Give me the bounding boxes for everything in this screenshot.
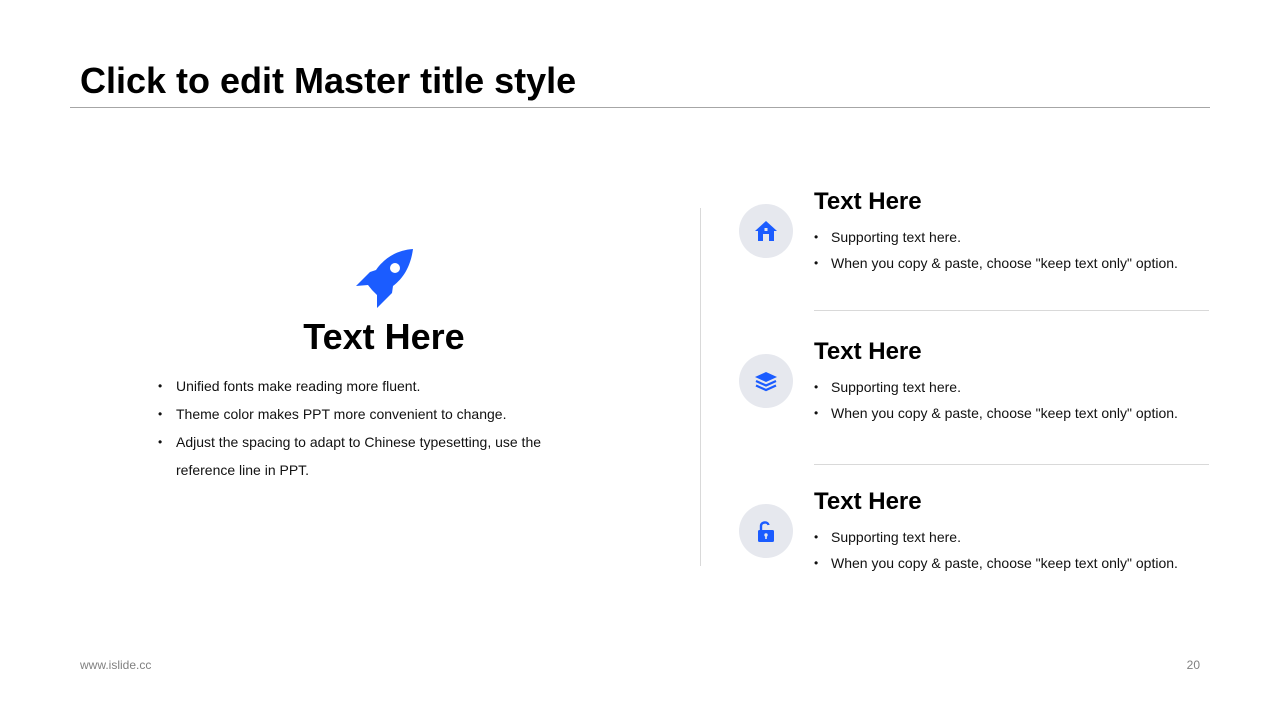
- feature-item-unlock: Text Here Supporting text here. When you…: [738, 488, 1218, 630]
- item-bullets: Supporting text here. When you copy & pa…: [814, 224, 1178, 276]
- list-item: Theme color makes PPT more convenient to…: [158, 400, 558, 428]
- item-heading: Text Here: [814, 188, 922, 215]
- unlock-icon: [758, 521, 774, 542]
- page-number: 20: [1186, 658, 1200, 672]
- list-item: When you copy & paste, choose "keep text…: [814, 400, 1178, 426]
- slide: Click to edit Master title style Text He…: [0, 0, 1280, 720]
- list-item: Unified fonts make reading more fluent.: [158, 372, 558, 400]
- item-separator: [814, 464, 1209, 465]
- list-item: Supporting text here.: [814, 374, 1178, 400]
- list-item: When you copy & paste, choose "keep text…: [814, 550, 1178, 576]
- home-icon: [755, 221, 777, 241]
- item-separator: [814, 310, 1209, 311]
- slide-title[interactable]: Click to edit Master title style: [80, 60, 576, 102]
- icon-circle: [739, 204, 793, 258]
- item-bullets: Supporting text here. When you copy & pa…: [814, 524, 1178, 576]
- list-item: Adjust the spacing to adapt to Chinese t…: [158, 428, 558, 484]
- list-item: Supporting text here.: [814, 524, 1178, 550]
- icon-circle: [739, 504, 793, 558]
- vertical-divider: [700, 208, 701, 566]
- footer-url[interactable]: www.islide.cc: [80, 658, 151, 672]
- feature-item-layers: Text Here Supporting text here. When you…: [738, 338, 1218, 480]
- left-bullet-list: Unified fonts make reading more fluent. …: [158, 372, 558, 484]
- item-bullets: Supporting text here. When you copy & pa…: [814, 374, 1178, 426]
- layers-icon: [755, 372, 777, 392]
- list-item: Supporting text here.: [814, 224, 1178, 250]
- item-heading: Text Here: [814, 338, 922, 365]
- list-item: When you copy & paste, choose "keep text…: [814, 250, 1178, 276]
- rocket-icon: [356, 249, 413, 308]
- left-heading: Text Here: [303, 316, 465, 357]
- icon-circle: [739, 354, 793, 408]
- title-underline: [70, 107, 1210, 108]
- item-heading: Text Here: [814, 488, 922, 515]
